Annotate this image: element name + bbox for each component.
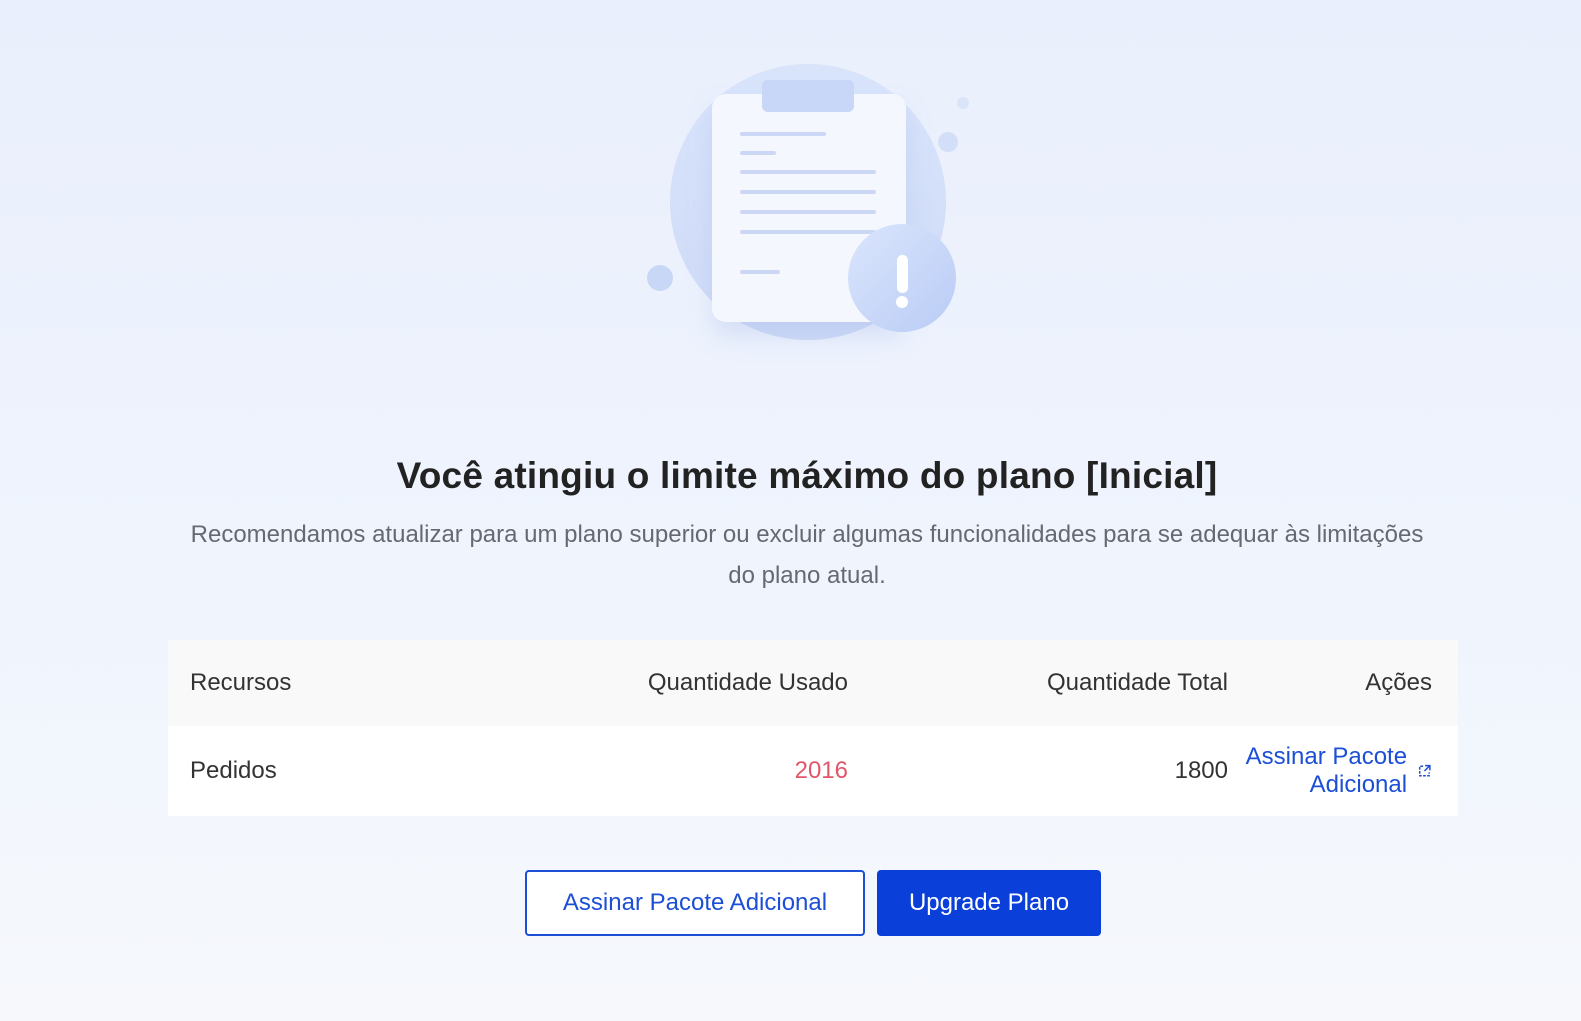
column-header-actions: Ações bbox=[1365, 669, 1432, 696]
subscribe-addon-button[interactable]: Assinar Pacote Adicional bbox=[525, 870, 865, 936]
column-header-used: Quantidade Usado bbox=[647, 669, 848, 696]
usage-table: Recursos Quantidade Usado Quantidade Tot… bbox=[168, 640, 1458, 816]
subscribe-addon-link-label: Assinar Pacote Adicional bbox=[1245, 743, 1408, 798]
external-link-icon bbox=[1419, 764, 1431, 777]
table-header-row: Recursos Quantidade Usado Quantidade Tot… bbox=[168, 640, 1458, 726]
column-header-total: Quantidade Total bbox=[1046, 669, 1228, 696]
subscribe-addon-link[interactable]: Assinar Pacote Adicional bbox=[1228, 743, 1432, 799]
action-buttons: Assinar Pacote Adicional Upgrade Plano bbox=[525, 870, 1101, 936]
actions-cell: Assinar Pacote Adicional bbox=[1228, 743, 1458, 799]
clipboard-icon bbox=[647, 64, 969, 340]
upgrade-plan-button[interactable]: Upgrade Plano bbox=[877, 870, 1101, 936]
limit-illustration bbox=[630, 50, 990, 380]
total-quantity-cell: 1800 bbox=[1174, 757, 1228, 784]
page-description: Recomendamos atualizar para um plano sup… bbox=[190, 521, 1424, 589]
warning-badge-icon bbox=[848, 224, 956, 332]
table-row: Pedidos 2016 1800 Assinar Pacote Adicion… bbox=[168, 726, 1458, 816]
column-header-resource: Recursos bbox=[190, 669, 292, 696]
used-quantity-cell: 2016 bbox=[794, 757, 848, 784]
resource-cell: Pedidos bbox=[190, 757, 277, 784]
page-title: Você atingiu o limite máximo do plano [I… bbox=[396, 455, 1218, 496]
